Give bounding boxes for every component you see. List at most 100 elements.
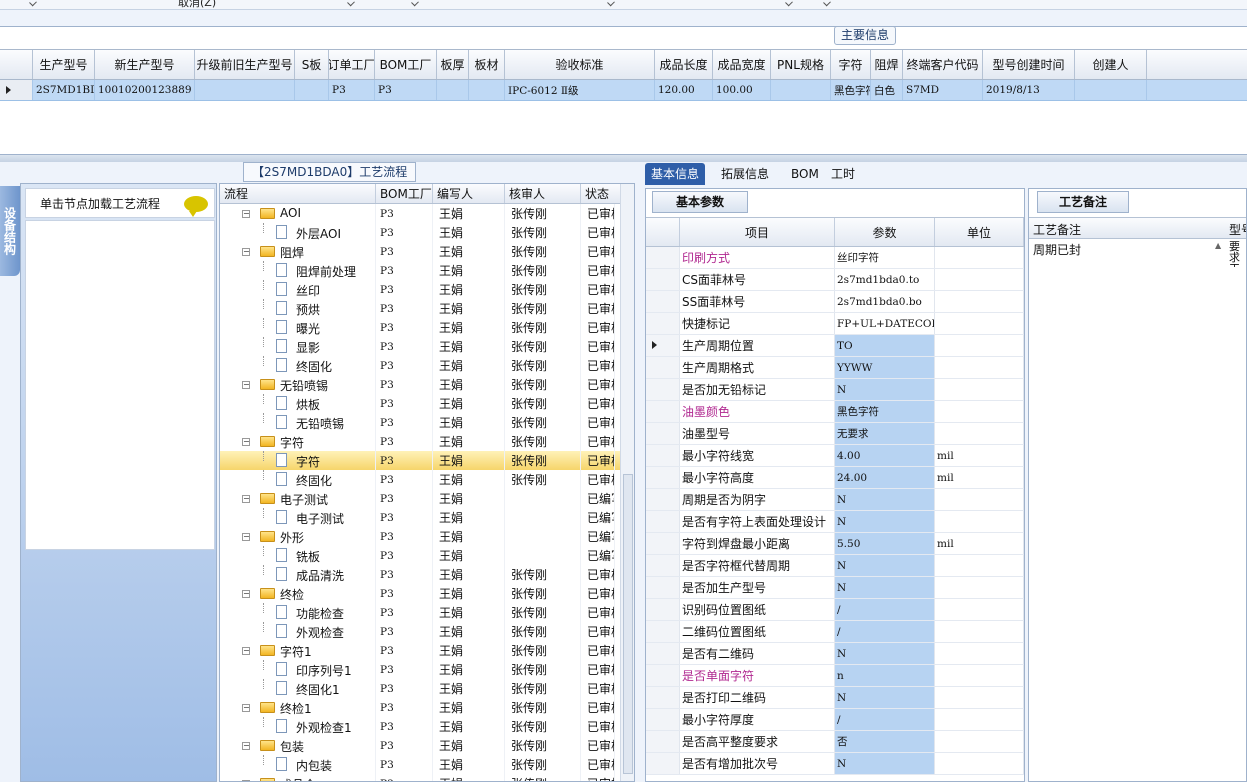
collapse-toggle-icon[interactable]: − xyxy=(242,381,250,389)
tree-row[interactable]: 印序列号1 P3王娟张传刚已审核 xyxy=(220,660,634,679)
param-value[interactable]: N xyxy=(835,577,935,598)
remarks-value[interactable]: 周期已封 xyxy=(1033,241,1081,258)
cell[interactable] xyxy=(437,80,469,100)
tree-node[interactable]: 外观检查1 xyxy=(220,717,376,736)
tab-work-hours[interactable]: 工时 xyxy=(825,163,861,185)
param-row[interactable]: 油墨型号 无要求 xyxy=(646,423,1024,445)
tree-row[interactable]: − 终检 P3王娟张传刚已审核 xyxy=(220,584,634,603)
param-value[interactable]: N xyxy=(835,489,935,510)
param-value[interactable]: 否 xyxy=(835,731,935,752)
scrollbar-thumb[interactable] xyxy=(623,474,633,774)
tree-row[interactable]: 阻焊前处理 P3王娟张传刚已审核 xyxy=(220,261,634,280)
tree-header-col[interactable]: 编写人 xyxy=(433,184,505,203)
header-col[interactable]: 生产型号 xyxy=(33,50,95,79)
tree-node[interactable]: 终固化1 xyxy=(220,679,376,698)
param-row[interactable]: 生产周期位置 TO xyxy=(646,335,1024,357)
cancel-button[interactable]: 取消(Z) xyxy=(178,0,216,9)
tree-node[interactable]: 终固化 xyxy=(220,356,376,375)
param-value[interactable]: YYWW xyxy=(835,357,935,378)
tree-row[interactable]: −成品仓P3王娟张传刚已审核 xyxy=(220,774,634,781)
header-col[interactable]: 成品宽度 xyxy=(713,50,771,79)
tree-node[interactable]: 外层AOI xyxy=(220,223,376,242)
header-col[interactable]: BOM工厂 xyxy=(375,50,437,79)
param-value[interactable]: 24.00 xyxy=(835,467,935,488)
tree-row[interactable]: 外层AOI P3王娟张传刚已审核 xyxy=(220,223,634,242)
tree-node[interactable]: 印序列号1 xyxy=(220,660,376,679)
cell[interactable]: P3 xyxy=(375,80,437,100)
tab-basic-info[interactable]: 基本信息 xyxy=(645,163,706,185)
param-value[interactable]: 2s7md1bda0.to xyxy=(835,269,935,290)
param-value[interactable]: 4.00 xyxy=(835,445,935,466)
cell[interactable]: 120.00 xyxy=(655,80,713,100)
tree-row[interactable]: − 字符1 P3王娟张传刚已审核 xyxy=(220,641,634,660)
tree-row[interactable]: 显影 P3王娟张传刚已审核 xyxy=(220,337,634,356)
tree-node[interactable]: 预烘 xyxy=(220,299,376,318)
header-col[interactable]: 字符 xyxy=(831,50,871,79)
param-row[interactable]: 二维码位置图纸 / xyxy=(646,621,1024,643)
param-value[interactable]: / xyxy=(835,621,935,642)
tree-row[interactable]: 成品清洗 P3王娟张传刚已审核 xyxy=(220,565,634,584)
tree-node[interactable]: − 包装 xyxy=(220,736,376,755)
param-value[interactable]: FP+UL+DATECODE xyxy=(835,313,935,334)
param-row[interactable]: 是否有二维码 N xyxy=(646,643,1024,665)
header-col[interactable]: 订单工厂 xyxy=(329,50,375,79)
param-row[interactable]: 是否加生产型号 N xyxy=(646,577,1024,599)
tree-node[interactable]: 功能检查 xyxy=(220,603,376,622)
header-col[interactable]: 终端客户代码 xyxy=(903,50,983,79)
tree-row[interactable]: 终固化1 P3王娟张传刚已审核 xyxy=(220,679,634,698)
param-row[interactable]: 是否字符框代替周期 N xyxy=(646,555,1024,577)
tree-row[interactable]: 铣板 P3王娟 已编写 xyxy=(220,546,634,565)
param-row[interactable]: 最小字符线宽 4.00 mil xyxy=(646,445,1024,467)
tree-row[interactable]: 电子测试 P3王娟 已编写 xyxy=(220,508,634,527)
collapse-toggle-icon[interactable]: − xyxy=(242,533,250,541)
param-row[interactable]: 印刷方式 丝印字符 xyxy=(646,247,1024,269)
main-info-row[interactable]: 2S7MD1BDA010010200123889P3P3IPC-6012 Ⅱ级1… xyxy=(0,80,1247,101)
param-value[interactable]: N xyxy=(835,555,935,576)
tree-node[interactable]: 终固化 xyxy=(220,470,376,489)
tree-node[interactable]: 电子测试 xyxy=(220,508,376,527)
tree-row[interactable]: − 包装 P3王娟张传刚已审核 xyxy=(220,736,634,755)
tree-row[interactable]: 终固化 P3王娟张传刚已审核 xyxy=(220,356,634,375)
cell[interactable]: P3 xyxy=(329,80,375,100)
cell[interactable]: 黑色字符 xyxy=(831,80,871,100)
header-col[interactable]: 成品长度 xyxy=(655,50,713,79)
param-row[interactable]: 是否打印二维码 N xyxy=(646,687,1024,709)
param-row[interactable]: CS面菲林号 2s7md1bda0.to xyxy=(646,269,1024,291)
param-row[interactable]: 识别码位置图纸 / xyxy=(646,599,1024,621)
param-value[interactable]: / xyxy=(835,709,935,730)
param-value[interactable]: N xyxy=(835,511,935,532)
tree-node[interactable]: − 电子测试 xyxy=(220,489,376,508)
tree-header-col[interactable]: 核审人 xyxy=(505,184,581,203)
param-row[interactable]: 最小字符高度 24.00 mil xyxy=(646,467,1024,489)
header-col[interactable]: 板厚 xyxy=(437,50,469,79)
process-scrollbar[interactable] xyxy=(620,184,634,781)
cell[interactable]: S7MD xyxy=(903,80,983,100)
tree-node[interactable]: − 终检 xyxy=(220,584,376,603)
tree-row[interactable]: − 阻焊 P3王娟张传刚已审核 xyxy=(220,242,634,261)
param-row[interactable]: 油墨颜色 黑色字符 xyxy=(646,401,1024,423)
tree-node[interactable]: 烘板 xyxy=(220,394,376,413)
collapse-toggle-icon[interactable]: − xyxy=(242,495,250,503)
tree-header-col[interactable]: BOM工厂 xyxy=(376,184,433,203)
tree-node[interactable]: 成品清洗 xyxy=(220,565,376,584)
tree-row[interactable]: − 字符 P3王娟张传刚已审核 xyxy=(220,432,634,451)
tree-node[interactable]: 铣板 xyxy=(220,546,376,565)
tree-row[interactable]: 曝光 P3王娟张传刚已审核 xyxy=(220,318,634,337)
scroll-up-icon[interactable]: ▲ xyxy=(1215,241,1227,253)
param-row[interactable]: 周期是否为阴字 N xyxy=(646,489,1024,511)
header-col[interactable]: 创建人 xyxy=(1075,50,1147,79)
collapse-toggle-icon[interactable]: − xyxy=(242,647,250,655)
tab-extended-info[interactable]: 拓展信息 xyxy=(715,163,775,185)
collapse-toggle-icon[interactable]: − xyxy=(242,248,250,256)
cell[interactable] xyxy=(195,80,295,100)
cell[interactable]: 白色 xyxy=(871,80,903,100)
param-value[interactable]: N xyxy=(835,687,935,708)
param-value[interactable]: 丝印字符 xyxy=(835,247,935,268)
tree-header-col[interactable]: 流程 xyxy=(220,184,376,203)
tree-node[interactable]: 外观检查 xyxy=(220,622,376,641)
tree-row[interactable]: − 外形 P3王娟 已编写 xyxy=(220,527,634,546)
tree-node[interactable]: − 字符 xyxy=(220,432,376,451)
param-value[interactable]: n xyxy=(835,665,935,686)
cell[interactable]: IPC-6012 Ⅱ级 xyxy=(505,80,655,100)
tree-row[interactable]: 外观检查1 P3王娟张传刚已审核 xyxy=(220,717,634,736)
